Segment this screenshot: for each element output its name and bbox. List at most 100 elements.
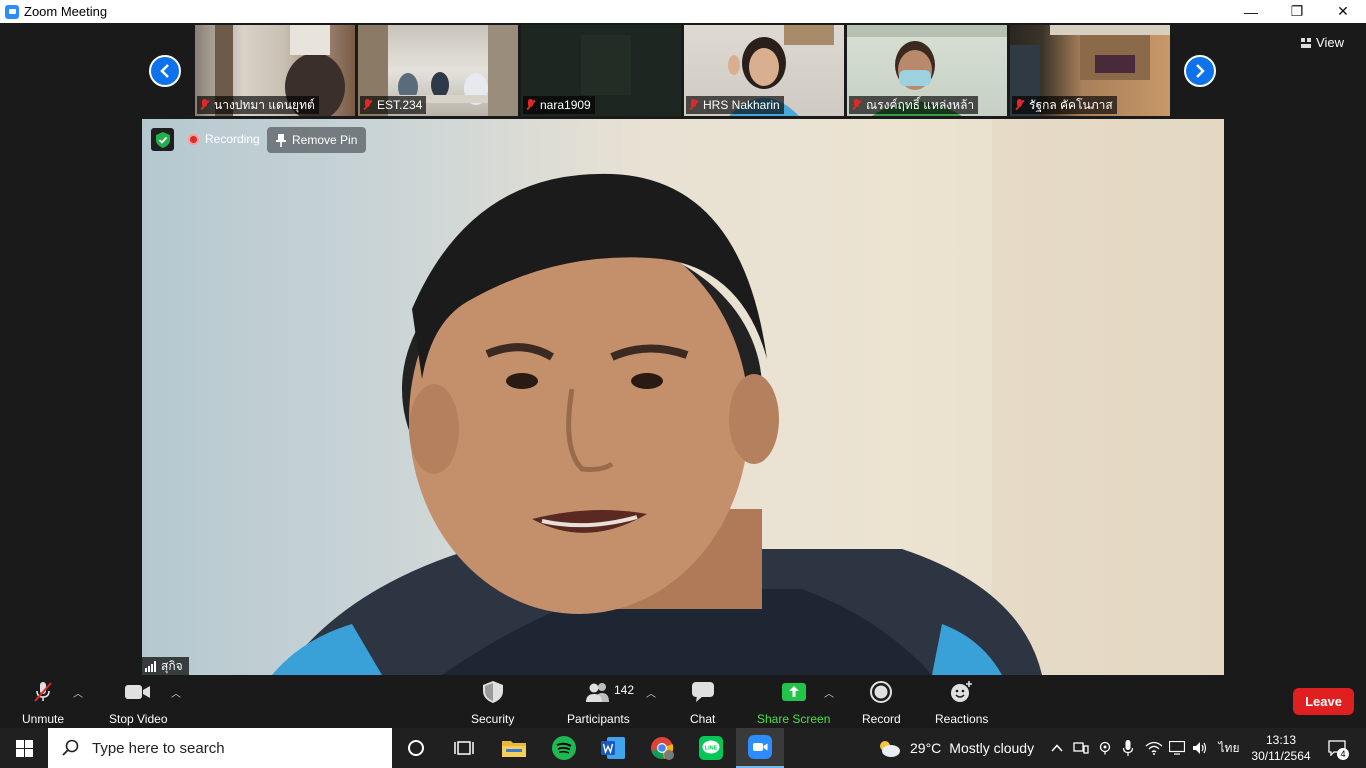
tray-wifi-button[interactable] bbox=[1142, 728, 1166, 768]
share-screen-button[interactable]: Share Screen bbox=[757, 681, 830, 726]
participant-name: EST.234 bbox=[377, 98, 423, 112]
spotify-taskbar-button[interactable] bbox=[540, 728, 588, 768]
next-page-button[interactable] bbox=[1184, 55, 1216, 87]
participants-icon bbox=[586, 683, 610, 702]
leave-button[interactable]: Leave bbox=[1293, 688, 1354, 715]
windows-logo-icon bbox=[15, 739, 33, 757]
previous-page-button[interactable] bbox=[149, 55, 181, 87]
connection-signal-icon bbox=[145, 660, 156, 672]
participant-name: นางปทมา แดนยุทต์ bbox=[214, 97, 315, 112]
start-button[interactable] bbox=[0, 728, 48, 768]
weather-description: Mostly cloudy bbox=[949, 740, 1035, 756]
search-icon bbox=[62, 739, 79, 756]
participant-thumbnail[interactable]: นางปทมา แดนยุทต์ bbox=[195, 25, 355, 116]
word-taskbar-button[interactable] bbox=[589, 728, 637, 768]
unmute-button[interactable]: Unmute bbox=[22, 681, 64, 726]
participant-nameplate: ณรงค์ฤทธิ์ แหล่งหล้า bbox=[849, 96, 979, 114]
tray-network-adapter-button[interactable] bbox=[1070, 728, 1092, 768]
chat-label: Chat bbox=[690, 712, 716, 726]
participant-thumbnail[interactable]: nara1909 bbox=[521, 25, 681, 116]
task-view-button[interactable] bbox=[440, 728, 488, 768]
line-taskbar-button[interactable]: LINE bbox=[687, 728, 735, 768]
view-button[interactable]: View bbox=[1301, 35, 1344, 50]
main-speaker-video: Recording Remove Pin สุกิจ bbox=[142, 119, 1224, 675]
tray-microphone-button[interactable] bbox=[1117, 728, 1139, 768]
clock-time: 13:13 bbox=[1265, 733, 1297, 747]
participant-thumbnail[interactable]: EST.234 bbox=[358, 25, 518, 116]
chevron-right-icon bbox=[1196, 64, 1205, 78]
participants-options-caret-icon[interactable]: ︿ bbox=[646, 685, 656, 700]
participant-nameplate: รัฐกล คัคโนภาส bbox=[1012, 96, 1117, 114]
security-button[interactable]: Security bbox=[471, 681, 514, 726]
reactions-smiley-icon bbox=[950, 681, 972, 702]
muted-mic-icon bbox=[851, 99, 861, 111]
tray-volume-button[interactable] bbox=[1189, 728, 1211, 768]
participant-name: ณรงค์ฤทธิ์ แหล่งหล้า bbox=[866, 97, 975, 112]
participant-thumbnail[interactable]: HRS Nakharin bbox=[684, 25, 844, 116]
spotify-icon bbox=[552, 736, 576, 760]
participant-thumbnail[interactable]: ณรงค์ฤทธิ์ แหล่งหล้า bbox=[847, 25, 1007, 116]
webcam-icon bbox=[1099, 741, 1111, 755]
remove-pin-button[interactable]: Remove Pin bbox=[267, 127, 367, 153]
chrome-taskbar-button[interactable] bbox=[638, 728, 686, 768]
participant-thumbnail[interactable]: รัฐกล คัคโนภาส bbox=[1010, 25, 1170, 116]
microphone-icon bbox=[1123, 740, 1133, 756]
taskbar-clock[interactable]: 13:13 30/11/2564 bbox=[1248, 732, 1314, 764]
video-camera-icon bbox=[125, 685, 151, 699]
tray-webcam-button[interactable] bbox=[1094, 728, 1116, 768]
shield-check-icon bbox=[155, 131, 170, 148]
show-hidden-icons-button[interactable] bbox=[1046, 728, 1068, 768]
security-label: Security bbox=[471, 712, 515, 726]
zoom-taskbar-button[interactable] bbox=[736, 728, 784, 768]
tray-display-button[interactable] bbox=[1166, 728, 1188, 768]
chat-button[interactable]: Chat bbox=[690, 681, 715, 726]
notification-count-badge: 4 bbox=[1337, 748, 1349, 760]
audio-options-caret-icon[interactable]: ︿ bbox=[73, 685, 83, 700]
cortana-circle-icon bbox=[408, 740, 424, 756]
speaker-name: สุกิจ bbox=[161, 658, 183, 673]
stop-video-button[interactable]: Stop Video bbox=[109, 681, 168, 726]
participant-strip: นางปทมา แดนยุทต์ EST.234 nara1909 HRS Na… bbox=[0, 23, 1366, 119]
display-icon bbox=[1169, 741, 1185, 755]
participants-count: 142 bbox=[614, 683, 635, 697]
window-title: Zoom Meeting bbox=[24, 4, 108, 19]
restore-button[interactable]: ❐ bbox=[1274, 0, 1320, 23]
share-options-caret-icon[interactable]: ︿ bbox=[824, 685, 834, 700]
record-button[interactable]: Record bbox=[862, 681, 901, 726]
recording-label: Recording bbox=[205, 132, 260, 146]
minimize-button[interactable]: — bbox=[1228, 0, 1274, 23]
recording-dot-icon bbox=[188, 133, 199, 145]
task-view-icon bbox=[454, 741, 474, 755]
clock-date: 30/11/2564 bbox=[1251, 749, 1311, 763]
svg-text:LINE: LINE bbox=[705, 746, 718, 752]
weather-widget[interactable]: 29°C Mostly cloudy bbox=[876, 728, 1034, 768]
participants-label: Participants bbox=[567, 712, 630, 726]
zoom-app-icon bbox=[5, 4, 19, 19]
line-messenger-icon: LINE bbox=[699, 736, 723, 760]
chrome-icon bbox=[651, 737, 674, 760]
speaker-volume-icon bbox=[1193, 742, 1207, 754]
search-placeholder: Type here to search bbox=[92, 739, 225, 757]
stop-video-label: Stop Video bbox=[109, 712, 168, 726]
view-button-label: View bbox=[1316, 35, 1344, 50]
input-language-button[interactable]: ไทย bbox=[1214, 728, 1244, 768]
recording-indicator: Recording bbox=[188, 132, 260, 146]
taskbar-search-input[interactable]: Type here to search bbox=[48, 728, 392, 768]
cortana-button[interactable] bbox=[392, 728, 440, 768]
reactions-label: Reactions bbox=[935, 712, 989, 726]
share-screen-label: Share Screen bbox=[757, 712, 831, 726]
file-explorer-taskbar-button[interactable] bbox=[490, 728, 538, 768]
chevron-left-icon bbox=[160, 64, 169, 78]
muted-mic-icon bbox=[1014, 99, 1024, 111]
encryption-shield-button[interactable] bbox=[151, 128, 174, 151]
video-options-caret-icon[interactable]: ︿ bbox=[171, 685, 181, 700]
reactions-button[interactable]: Reactions bbox=[935, 681, 988, 726]
muted-mic-icon bbox=[688, 99, 698, 111]
record-icon bbox=[870, 681, 893, 703]
notifications-button[interactable]: 4 bbox=[1322, 728, 1352, 768]
participant-nameplate: nara1909 bbox=[523, 96, 595, 114]
speaker-nameplate: สุกิจ bbox=[142, 657, 189, 675]
participant-nameplate: EST.234 bbox=[360, 96, 427, 114]
partly-cloudy-icon bbox=[880, 741, 900, 757]
close-button[interactable]: ✕ bbox=[1320, 0, 1366, 23]
